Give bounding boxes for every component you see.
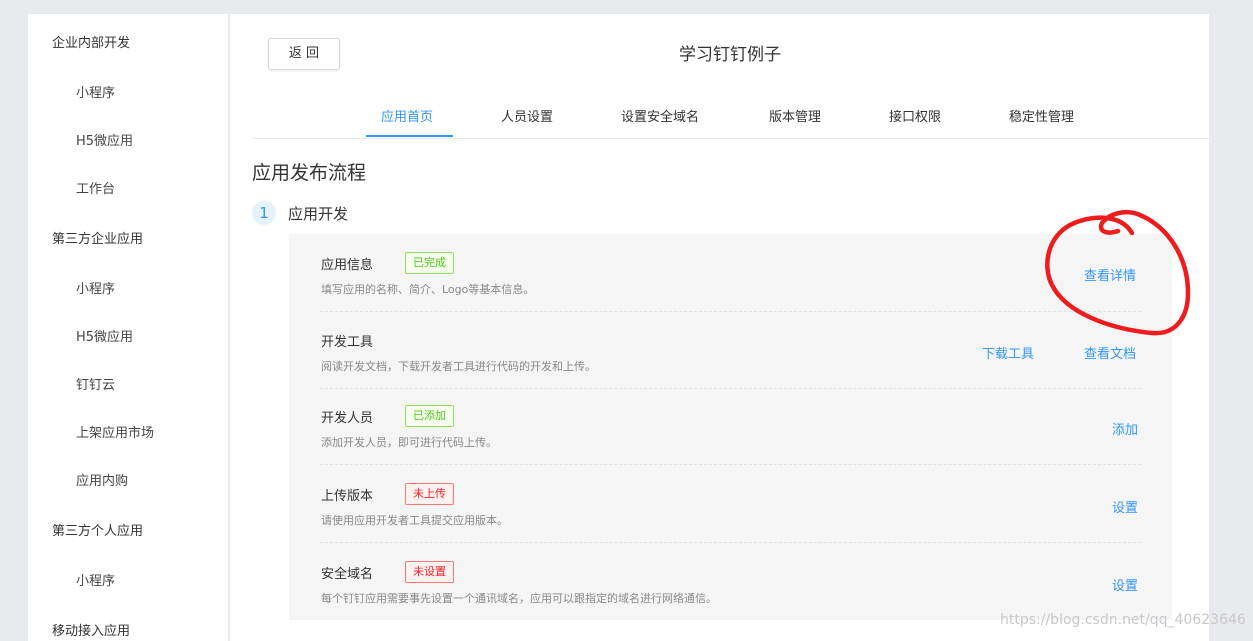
step-number-badge: 1 (252, 201, 276, 225)
status-badge: 已完成 (405, 252, 454, 274)
row-description: 阅读开发文档，下载开发者工具进行代码的开发和上传。 (321, 360, 596, 373)
section-title: 应用发布流程 (252, 162, 367, 184)
download-tools-link[interactable]: 下载工具 (982, 343, 1034, 362)
tab-stability-management[interactable]: 稳定性管理 (1009, 106, 1074, 125)
row-description: 添加开发人员，即可进行代码上传。 (321, 436, 497, 449)
add-developer-link[interactable]: 添加 (1112, 419, 1138, 438)
row-description: 每个钉钉应用需要事先设置一个通讯域名，应用可以跟指定的域名进行网络通信。 (321, 592, 717, 605)
tab-app-home[interactable]: 应用首页 (381, 106, 433, 125)
sidebar-item-mini-program[interactable]: 小程序 (76, 82, 115, 101)
sidebar-item-workbench[interactable]: 工作台 (76, 178, 115, 197)
security-domain-settings-link[interactable]: 设置 (1112, 575, 1138, 594)
list-item-upload-version: 上传版本 未上传 请使用应用开发者工具提交应用版本。 设置 (289, 465, 1172, 543)
row-title: 上传版本 (321, 489, 374, 504)
sidebar-item-h5-micro-app[interactable]: H5微应用 (76, 130, 133, 149)
tab-bar: 应用首页 人员设置 设置安全域名 版本管理 接口权限 稳定性管理 (252, 96, 1209, 139)
sidebar-item-mini-program-personal[interactable]: 小程序 (76, 570, 115, 589)
sidebar-group-internal-dev[interactable]: 企业内部开发 (52, 32, 130, 51)
tab-api-permissions[interactable]: 接口权限 (889, 106, 941, 125)
upload-version-settings-link[interactable]: 设置 (1112, 497, 1138, 516)
sidebar-group-third-party-enterprise[interactable]: 第三方企业应用 (52, 228, 143, 247)
tab-security-domain[interactable]: 设置安全域名 (621, 106, 699, 125)
sidebar-group-third-party-personal[interactable]: 第三方个人应用 (52, 520, 143, 539)
status-badge: 未设置 (405, 561, 454, 583)
list-item-security-domain: 安全域名 未设置 每个钉钉应用需要事先设置一个通讯域名，应用可以跟指定的域名进行… (289, 543, 1172, 621)
watermark: https://blog.csdn.net/qq_40623646 (1000, 612, 1246, 628)
sidebar: 企业内部开发 小程序 H5微应用 工作台 第三方企业应用 小程序 H5微应用 钉… (28, 14, 228, 641)
tab-member-settings[interactable]: 人员设置 (501, 106, 553, 125)
row-title: 开发工具 (321, 335, 374, 350)
row-title: 安全域名 (321, 567, 374, 582)
sidebar-group-mobile-access[interactable]: 移动接入应用 (52, 620, 130, 639)
sidebar-item-dingtalk-cloud[interactable]: 钉钉云 (76, 374, 115, 393)
active-tab-indicator (366, 135, 453, 137)
sidebar-item-h5-micro-app-3p[interactable]: H5微应用 (76, 326, 133, 345)
step-label: 应用开发 (288, 205, 349, 223)
view-docs-link[interactable]: 查看文档 (1084, 343, 1136, 362)
sidebar-item-app-market[interactable]: 上架应用市场 (76, 422, 154, 441)
row-description: 请使用应用开发者工具提交应用版本。 (321, 514, 508, 527)
tab-version-management[interactable]: 版本管理 (769, 106, 821, 125)
status-badge: 未上传 (405, 483, 454, 505)
list-item-developers: 开发人员 已添加 添加开发人员，即可进行代码上传。 添加 (289, 387, 1172, 465)
sidebar-item-in-app-purchase[interactable]: 应用内购 (76, 470, 128, 489)
annotation-circle (1045, 210, 1191, 336)
status-badge: 已添加 (405, 405, 454, 427)
row-title: 应用信息 (321, 258, 374, 273)
row-description: 填写应用的名称、简介、Logo等基本信息。 (321, 283, 535, 296)
sidebar-item-mini-program-3p[interactable]: 小程序 (76, 278, 115, 297)
app-title: 学习钉钉例子 (679, 45, 781, 65)
row-title: 开发人员 (321, 411, 374, 426)
